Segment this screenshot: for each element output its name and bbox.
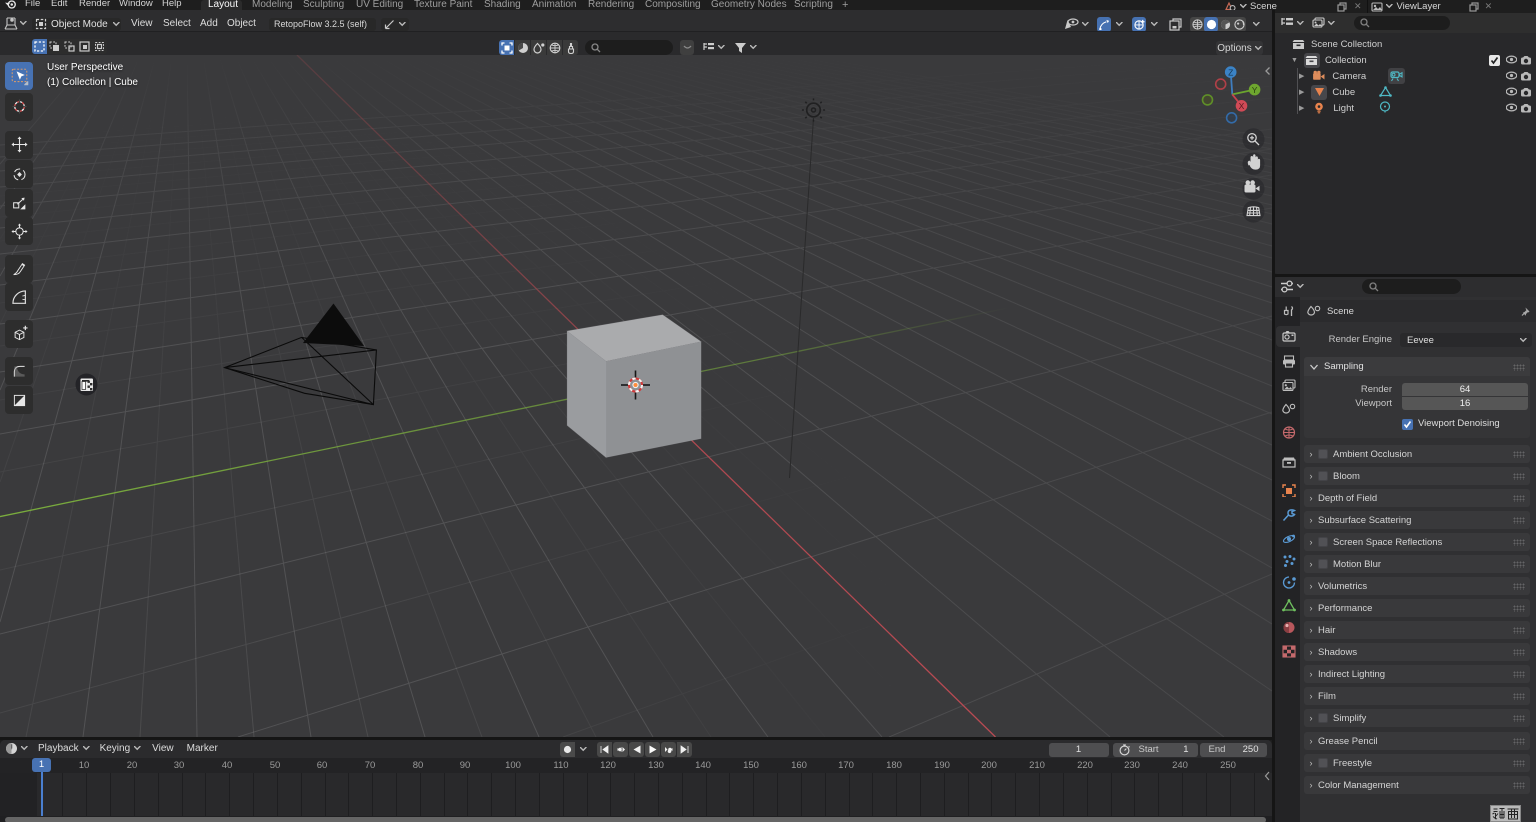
svg-text:Y: Y [1252,85,1258,95]
svg-text:Z: Z [1228,67,1233,77]
svg-text:X: X [1239,101,1245,111]
